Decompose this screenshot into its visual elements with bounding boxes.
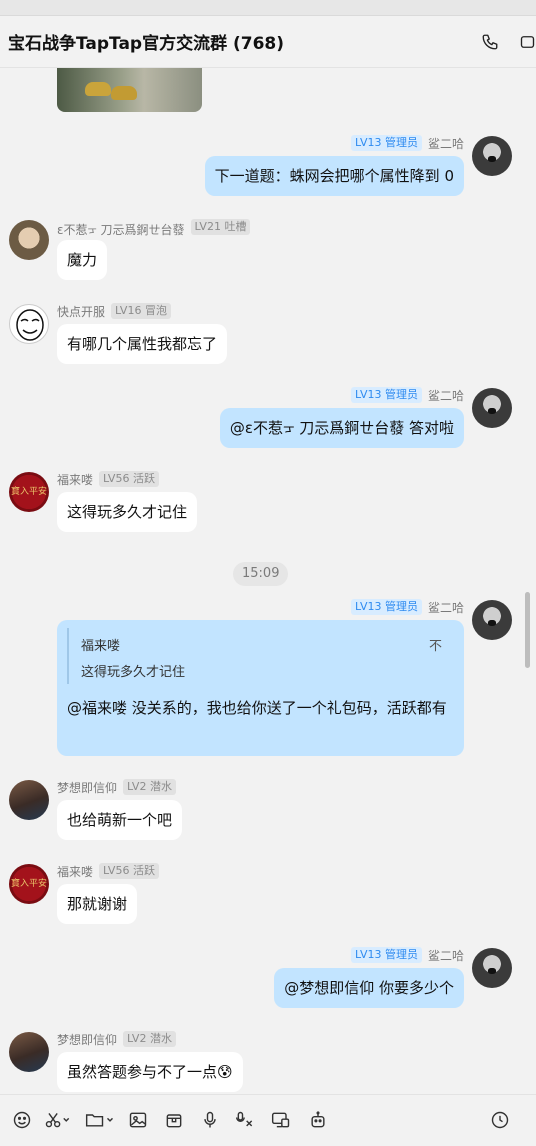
message-bubble[interactable]: 这得玩多久才记住 <box>57 492 198 532</box>
group-title: 宝石战争TapTap官方交流群 (768) <box>8 34 285 54</box>
sender-name: 快点开服 <box>57 304 106 319</box>
sender-name: ɛ不惹ᠴ 刀忈爲錒ㄝ台蕟 <box>57 222 185 237</box>
message-meta: LV13 管理员 鲨二哈 <box>351 946 464 964</box>
message-meta: LV13 管理员 鲨二哈 <box>351 134 464 152</box>
avatar[interactable] <box>472 136 512 176</box>
message-bubble[interactable]: 那就谢谢 <box>57 884 138 924</box>
level-badge: LV56 活跃 <box>99 471 159 487</box>
level-badge: LV21 吐槽 <box>190 219 251 235</box>
sender-name: 鲨二哈 <box>427 136 464 151</box>
quoted-message[interactable]: 福来喽 这得玩多久才记住 不 <box>67 628 452 684</box>
sender-name: 福来喽 <box>57 864 94 879</box>
role-badge: LV13 管理员 <box>351 135 422 151</box>
folder-icon[interactable] <box>84 1109 116 1131</box>
role-badge: LV13 管理员 <box>351 599 422 615</box>
message-bubble[interactable]: 魔力 <box>57 240 108 280</box>
scissors-icon[interactable] <box>44 1109 72 1131</box>
message-bubble[interactable]: @ɛ不惹ᠴ 刀忈爲錒ㄝ台蕟 答对啦 <box>219 408 464 448</box>
message-list[interactable]: LV13 管理员 鲨二哈 下一道题：蛛网会把哪个属性降到 0 ɛ不惹ᠴ 刀忈爲錒… <box>0 68 536 1094</box>
history-clock-icon[interactable] <box>490 1109 510 1131</box>
quote-mark: 不 <box>428 639 442 654</box>
message-bubble[interactable]: 福来喽 这得玩多久才记住 不 @福来喽 没关系的，我也给你送了一个礼包码，活跃都… <box>57 620 464 756</box>
role-badge: LV13 管理员 <box>351 947 422 963</box>
quoted-text: 这得玩多久才记住 <box>81 665 186 680</box>
video-icon[interactable] <box>516 32 536 52</box>
emoji-icon[interactable] <box>12 1109 32 1131</box>
message-meta: LV13 管理员 鲨二哈 <box>351 386 464 404</box>
level-badge: LV56 活跃 <box>99 863 159 879</box>
time-divider: 15:09 <box>233 562 289 586</box>
sender-name: 鲨二哈 <box>427 600 464 615</box>
sender-name: 梦想即信仰 <box>57 1032 118 1047</box>
sender-name: 鲨二哈 <box>427 948 464 963</box>
screen-share-icon[interactable] <box>270 1109 292 1131</box>
voice-text-icon[interactable] <box>234 1109 256 1131</box>
gift-box-icon[interactable] <box>164 1109 184 1131</box>
avatar[interactable] <box>472 388 512 428</box>
message-meta: LV13 管理员 鲨二哈 <box>351 598 464 616</box>
level-badge: LV2 潜水 <box>123 779 176 795</box>
header-actions <box>480 16 536 68</box>
sender-name: 梦想即信仰 <box>57 780 118 795</box>
reply-text: @福来喽 没关系的，我也给你送了一个礼包码，活跃都有 <box>67 699 447 717</box>
input-toolbar <box>0 1094 536 1146</box>
window-titlebar <box>0 0 536 16</box>
message-meta: 福来喽 LV56 活跃 <box>57 470 159 488</box>
image-content <box>85 82 111 96</box>
message-bubble[interactable]: 虽然答题参与不了一点😰 <box>57 1052 243 1092</box>
avatar[interactable] <box>9 780 49 820</box>
image-icon[interactable] <box>128 1109 148 1131</box>
image-message[interactable] <box>57 68 202 112</box>
phone-icon[interactable] <box>480 32 500 52</box>
microphone-icon[interactable] <box>200 1109 220 1131</box>
message-meta: 梦想即信仰 LV2 潜水 <box>57 1030 176 1048</box>
avatar[interactable] <box>472 948 512 988</box>
avatar[interactable] <box>472 600 512 640</box>
message-bubble[interactable]: 下一道题：蛛网会把哪个属性降到 0 <box>204 156 464 196</box>
avatar[interactable] <box>9 304 49 344</box>
chat-header: 宝石战争TapTap官方交流群 (768) <box>0 16 536 68</box>
robot-icon[interactable] <box>308 1109 328 1131</box>
message-meta: 梦想即信仰 LV2 潜水 <box>57 778 176 796</box>
message-bubble[interactable]: 也给萌新一个吧 <box>57 800 183 840</box>
message-meta: 福来喽 LV56 活跃 <box>57 862 159 880</box>
avatar[interactable] <box>9 1032 49 1072</box>
sender-name: 福来喽 <box>57 472 94 487</box>
avatar[interactable] <box>9 220 49 260</box>
role-badge: LV13 管理员 <box>351 387 422 403</box>
level-badge: LV2 潜水 <box>123 1031 176 1047</box>
avatar[interactable]: 寶入平安 <box>9 472 49 512</box>
scrollbar-thumb[interactable] <box>525 592 530 668</box>
message-meta: ɛ不惹ᠴ 刀忈爲錒ㄝ台蕟 LV21 吐槽 <box>57 218 251 237</box>
message-bubble[interactable]: @梦想即信仰 你要多少个 <box>274 968 464 1008</box>
quoted-sender: 福来喽 <box>81 639 121 654</box>
level-badge: LV16 冒泡 <box>111 303 171 319</box>
sender-name: 鲨二哈 <box>427 388 464 403</box>
message-bubble[interactable]: 有哪几个属性我都忘了 <box>57 324 228 364</box>
avatar[interactable]: 寶入平安 <box>9 864 49 904</box>
message-meta: 快点开服 LV16 冒泡 <box>57 302 171 320</box>
